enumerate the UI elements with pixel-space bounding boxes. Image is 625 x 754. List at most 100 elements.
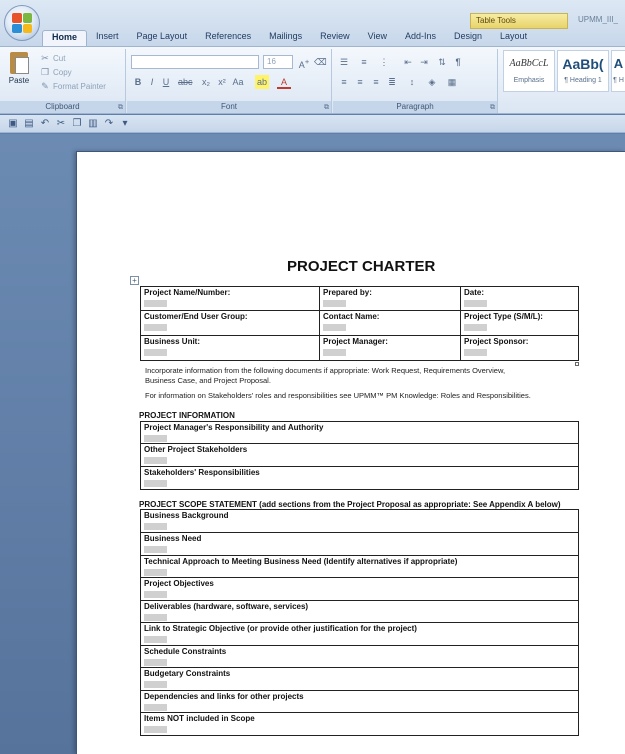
header-cell[interactable]: Project Sponsor: [460, 335, 579, 361]
copy-qat-icon[interactable]: ❐ [72, 118, 82, 129]
copy-button[interactable]: ❐ Copy [40, 67, 72, 78]
form-field[interactable] [144, 681, 167, 688]
table-cell[interactable]: Dependencies and links for other project… [140, 690, 579, 713]
document-page[interactable]: PROJECT CHARTER + Project Name/Number: P… [76, 151, 625, 754]
clear-format-icon[interactable]: ⌫ [313, 55, 328, 69]
paste-button[interactable]: Paste [4, 51, 34, 97]
form-field[interactable] [144, 457, 167, 464]
align-right-icon[interactable]: ≡ [369, 75, 383, 89]
tab-mailings[interactable]: Mailings [260, 30, 311, 46]
form-field[interactable] [144, 349, 167, 356]
style-heading-1[interactable]: AaBb( ¶ Heading 1 [557, 50, 609, 92]
table-cell[interactable]: Project Manager's Responsibility and Aut… [140, 421, 579, 444]
header-cell[interactable]: Project Manager: [319, 335, 461, 361]
strikethrough-icon[interactable]: abc [177, 75, 194, 89]
style-emphasis[interactable]: AaBbCcL Emphasis [503, 50, 555, 92]
underline-icon[interactable]: U [159, 75, 173, 89]
numbering-icon[interactable]: ≡ [357, 55, 371, 69]
save-icon[interactable]: ▣ [8, 118, 18, 129]
superscript-icon[interactable]: x² [215, 75, 229, 89]
form-field[interactable] [323, 300, 346, 307]
bullets-icon[interactable]: ☰ [337, 55, 351, 69]
align-left-icon[interactable]: ≡ [337, 75, 351, 89]
table-move-handle-icon[interactable]: + [130, 276, 139, 285]
font-color-icon[interactable]: A [277, 75, 291, 89]
italic-icon[interactable]: I [145, 75, 159, 89]
subscript-icon[interactable]: x₂ [199, 75, 213, 89]
paste-qat-icon[interactable]: ▥ [88, 118, 98, 129]
form-field[interactable] [464, 300, 487, 307]
form-field[interactable] [144, 480, 167, 487]
form-field[interactable] [323, 324, 346, 331]
form-field[interactable] [144, 704, 167, 711]
align-center-icon[interactable]: ≡ [353, 75, 367, 89]
cut-qat-icon[interactable]: ✂ [56, 118, 66, 129]
office-button[interactable] [4, 5, 40, 41]
form-field[interactable] [144, 569, 167, 576]
tab-insert[interactable]: Insert [87, 30, 128, 46]
table-resize-handle[interactable] [575, 362, 579, 366]
table-cell[interactable]: Business Need [140, 532, 579, 556]
tab-view[interactable]: View [359, 30, 396, 46]
font-name-combobox[interactable] [131, 55, 259, 69]
change-case-icon[interactable]: Aa [231, 75, 245, 89]
line-spacing-icon[interactable]: ↕ [405, 75, 419, 89]
form-field[interactable] [144, 614, 167, 621]
header-cell[interactable]: Customer/End User Group: [140, 310, 320, 336]
increase-indent-icon[interactable]: ⇥ [417, 55, 431, 69]
table-cell[interactable]: Technical Approach to Meeting Business N… [140, 555, 579, 578]
form-field[interactable] [464, 324, 487, 331]
multilevel-list-icon[interactable]: ⋮ [377, 55, 391, 69]
paragraph-launcher-icon[interactable]: ⧉ [490, 104, 495, 112]
tab-review[interactable]: Review [311, 30, 359, 46]
header-cell[interactable]: Date: [460, 286, 579, 311]
undo-icon[interactable]: ↶ [40, 118, 50, 129]
form-field[interactable] [144, 726, 167, 733]
header-cell[interactable]: Prepared by: [319, 286, 461, 311]
sort-icon[interactable]: ⇅ [435, 55, 449, 69]
form-field[interactable] [144, 300, 167, 307]
table-cell[interactable]: Business Background [140, 509, 579, 533]
tab-home[interactable]: Home [42, 30, 88, 46]
tab-references[interactable]: References [196, 30, 260, 46]
table-cell[interactable]: Budgetary Constraints [140, 667, 579, 691]
table-cell[interactable]: Schedule Constraints [140, 645, 579, 668]
font-size-combobox[interactable]: 16 [263, 55, 293, 69]
form-field[interactable] [144, 636, 167, 643]
grow-font-icon[interactable]: A+ [297, 55, 311, 70]
header-cell[interactable]: Business Unit: [140, 335, 320, 361]
form-field[interactable] [144, 435, 167, 442]
bold-icon[interactable]: B [131, 75, 145, 89]
redo-icon[interactable]: ↷ [104, 118, 114, 129]
table-cell[interactable]: Project Objectives [140, 577, 579, 601]
clipboard-launcher-icon[interactable]: ⧉ [118, 104, 123, 112]
decrease-indent-icon[interactable]: ⇤ [401, 55, 415, 69]
table-cell[interactable]: Link to Strategic Objective (or provide … [140, 622, 579, 646]
format-painter-button[interactable]: ✎ Format Painter [40, 81, 106, 92]
customize-qat-icon[interactable]: ▾ [120, 118, 130, 129]
form-field[interactable] [144, 546, 167, 553]
shading-icon[interactable]: ◈ [425, 75, 439, 89]
borders-icon[interactable]: ▦ [445, 75, 459, 89]
form-field[interactable] [323, 349, 346, 356]
table-cell[interactable]: Items NOT included in Scope [140, 712, 579, 736]
form-field[interactable] [144, 659, 167, 666]
table-cell[interactable]: Stakeholders' Responsibilities [140, 466, 579, 490]
tab-add-ins[interactable]: Add-Ins [396, 30, 445, 46]
tab-layout[interactable]: Layout [491, 30, 536, 46]
show-marks-icon[interactable]: ¶ [451, 55, 465, 69]
font-launcher-icon[interactable]: ⧉ [324, 104, 329, 112]
header-cell[interactable]: Contact Name: [319, 310, 461, 336]
table-cell[interactable]: Other Project Stakeholders [140, 443, 579, 467]
save-as-icon[interactable]: ▤ [24, 118, 34, 129]
justify-icon[interactable]: ≣ [385, 75, 399, 89]
cut-button[interactable]: ✂ Cut [40, 53, 65, 64]
table-cell[interactable]: Deliverables (hardware, software, servic… [140, 600, 579, 623]
highlight-icon[interactable]: ab [255, 75, 269, 89]
header-cell[interactable]: Project Type (S/M/L): [460, 310, 579, 336]
form-field[interactable] [144, 523, 167, 530]
form-field[interactable] [144, 324, 167, 331]
form-field[interactable] [144, 591, 167, 598]
tab-page-layout[interactable]: Page Layout [128, 30, 197, 46]
form-field[interactable] [464, 349, 487, 356]
